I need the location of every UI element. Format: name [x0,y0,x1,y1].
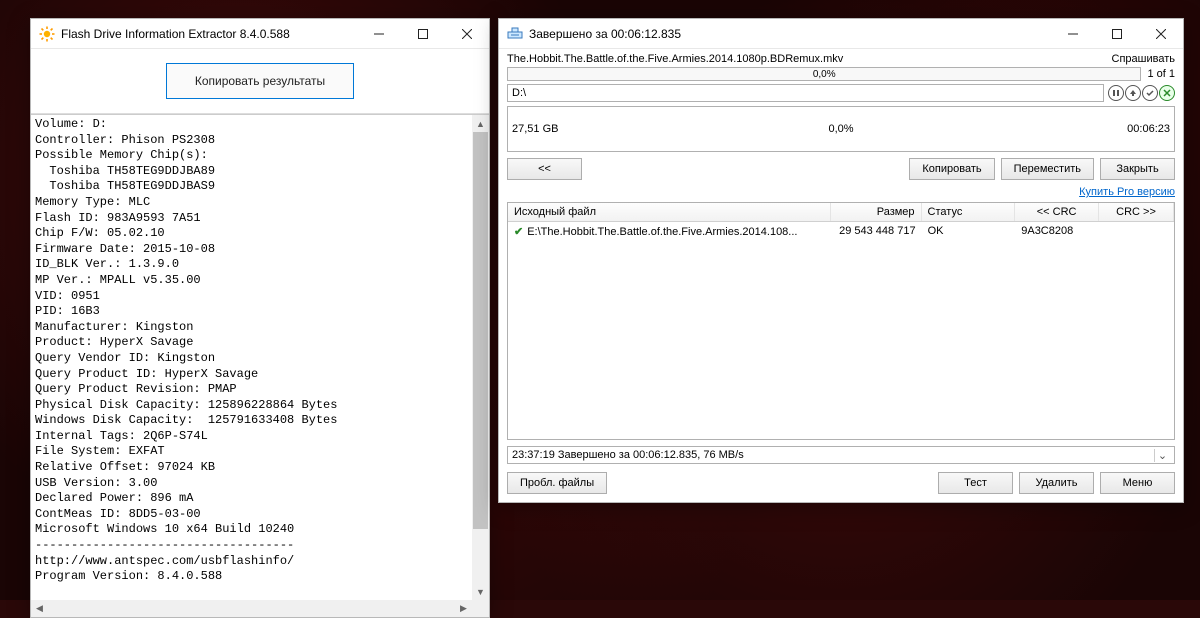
cell-size: 29 543 448 717 [831,224,922,239]
scroll-down-arrow[interactable]: ▼ [472,583,489,600]
horizontal-scrollbar[interactable]: ◀ ▶ [31,600,472,617]
status-dropdown-icon[interactable]: ⌄ [1154,449,1170,462]
flash-info-window: Flash Drive Information Extractor 8.4.0.… [30,18,490,618]
vertical-scrollbar[interactable]: ▲ ▼ [472,115,489,600]
scroll-thumb[interactable] [473,132,488,529]
scroll-left-arrow[interactable]: ◀ [31,600,48,617]
bottom-button-row: Пробл. файлы Тест Удалить Меню [507,472,1175,494]
close-task-button[interactable]: Закрыть [1100,158,1175,180]
minimize-button[interactable] [1051,19,1095,49]
file-list: Исходный файл Размер Статус << CRC CRC >… [507,202,1175,440]
cell-status: OK [922,224,1016,239]
test-button[interactable]: Тест [938,472,1013,494]
info-area: Volume: D: Controller: Phison PS2308 Pos… [31,114,489,617]
confirm-icon[interactable] [1142,85,1158,101]
maximize-button[interactable] [1095,19,1139,49]
file-count: 1 of 1 [1147,68,1175,80]
menu-button[interactable]: Меню [1100,472,1175,494]
close-button[interactable] [1139,19,1183,49]
close-button[interactable] [445,19,489,49]
check-icon: ✔ [514,226,523,238]
window-title: Завершено за 00:06:12.835 [529,27,1051,41]
maximize-button[interactable] [401,19,445,49]
window-title: Flash Drive Information Extractor 8.4.0.… [61,27,357,41]
col-size[interactable]: Размер [831,203,922,221]
main-button-row: << Копировать Переместить Закрыть [507,158,1175,180]
scroll-track[interactable] [472,132,489,583]
file-progress-bar: 0,0% [507,67,1141,81]
cell-crc-in: 9A3C8208 [1015,224,1099,239]
move-button[interactable]: Переместить [1001,158,1094,180]
copy-results-button[interactable]: Копировать результаты [166,63,354,99]
minimize-button[interactable] [357,19,401,49]
total-percent: 0,0% [828,123,853,135]
scroll-track-h[interactable] [48,600,455,617]
col-source[interactable]: Исходный файл [508,203,831,221]
cell-crc-out [1099,224,1174,239]
file-list-body[interactable]: ✔E:\The.Hobbit.The.Battle.of.the.Five.Ar… [508,222,1174,439]
col-crc-in[interactable]: << CRC [1015,203,1099,221]
window-body: The.Hobbit.The.Battle.of.the.Five.Armies… [499,49,1183,502]
titlebar[interactable]: Flash Drive Information Extractor 8.4.0.… [31,19,489,49]
copy-task-window: Завершено за 00:06:12.835 The.Hobbit.The… [498,18,1184,503]
cell-source: ✔E:\The.Hobbit.The.Battle.of.the.Five.Ar… [508,224,831,239]
pause-icon[interactable] [1108,85,1124,101]
pro-link-row: Купить Pro версию [507,186,1175,198]
window-controls [357,19,489,49]
titlebar[interactable]: Завершено за 00:06:12.835 [499,19,1183,49]
device-info-text[interactable]: Volume: D: Controller: Phison PS2308 Pos… [31,115,472,600]
col-status[interactable]: Статус [922,203,1016,221]
status-line: 23:37:19 Завершено за 00:06:12.835, 76 M… [507,446,1175,464]
copy-button[interactable]: Копировать [909,158,994,180]
app-icon [507,26,523,42]
back-button[interactable]: << [507,158,582,180]
window-controls [1051,19,1183,49]
delete-button[interactable]: Удалить [1019,472,1094,494]
total-time: 00:06:23 [1127,123,1170,135]
total-progress-bar: 27,51 GB 0,0% 00:06:23 [507,106,1175,152]
cancel-icon[interactable] [1159,85,1175,101]
status-text: 23:37:19 Завершено за 00:06:12.835, 76 M… [512,449,744,461]
current-filename: The.Hobbit.The.Battle.of.the.Five.Armies… [507,53,1108,65]
table-row[interactable]: ✔E:\The.Hobbit.The.Battle.of.the.Five.Ar… [508,222,1174,241]
app-icon [39,26,55,42]
scroll-corner [472,600,489,617]
copy-bar: Копировать результаты [31,49,489,114]
buy-pro-link[interactable]: Купить Pro версию [1079,186,1175,198]
file-progress-percent: 0,0% [813,68,836,80]
scroll-right-arrow[interactable]: ▶ [455,600,472,617]
problem-files-button[interactable]: Пробл. файлы [507,472,607,494]
up-icon[interactable] [1125,85,1141,101]
file-list-header: Исходный файл Размер Статус << CRC CRC >… [508,203,1174,222]
action-icons [1108,85,1175,101]
destination-path[interactable]: D:\ [507,84,1104,102]
scroll-up-arrow[interactable]: ▲ [472,115,489,132]
conflict-mode-label[interactable]: Спрашивать [1112,53,1175,65]
total-size: 27,51 GB [512,123,558,135]
col-crc-out[interactable]: CRC >> [1099,203,1174,221]
